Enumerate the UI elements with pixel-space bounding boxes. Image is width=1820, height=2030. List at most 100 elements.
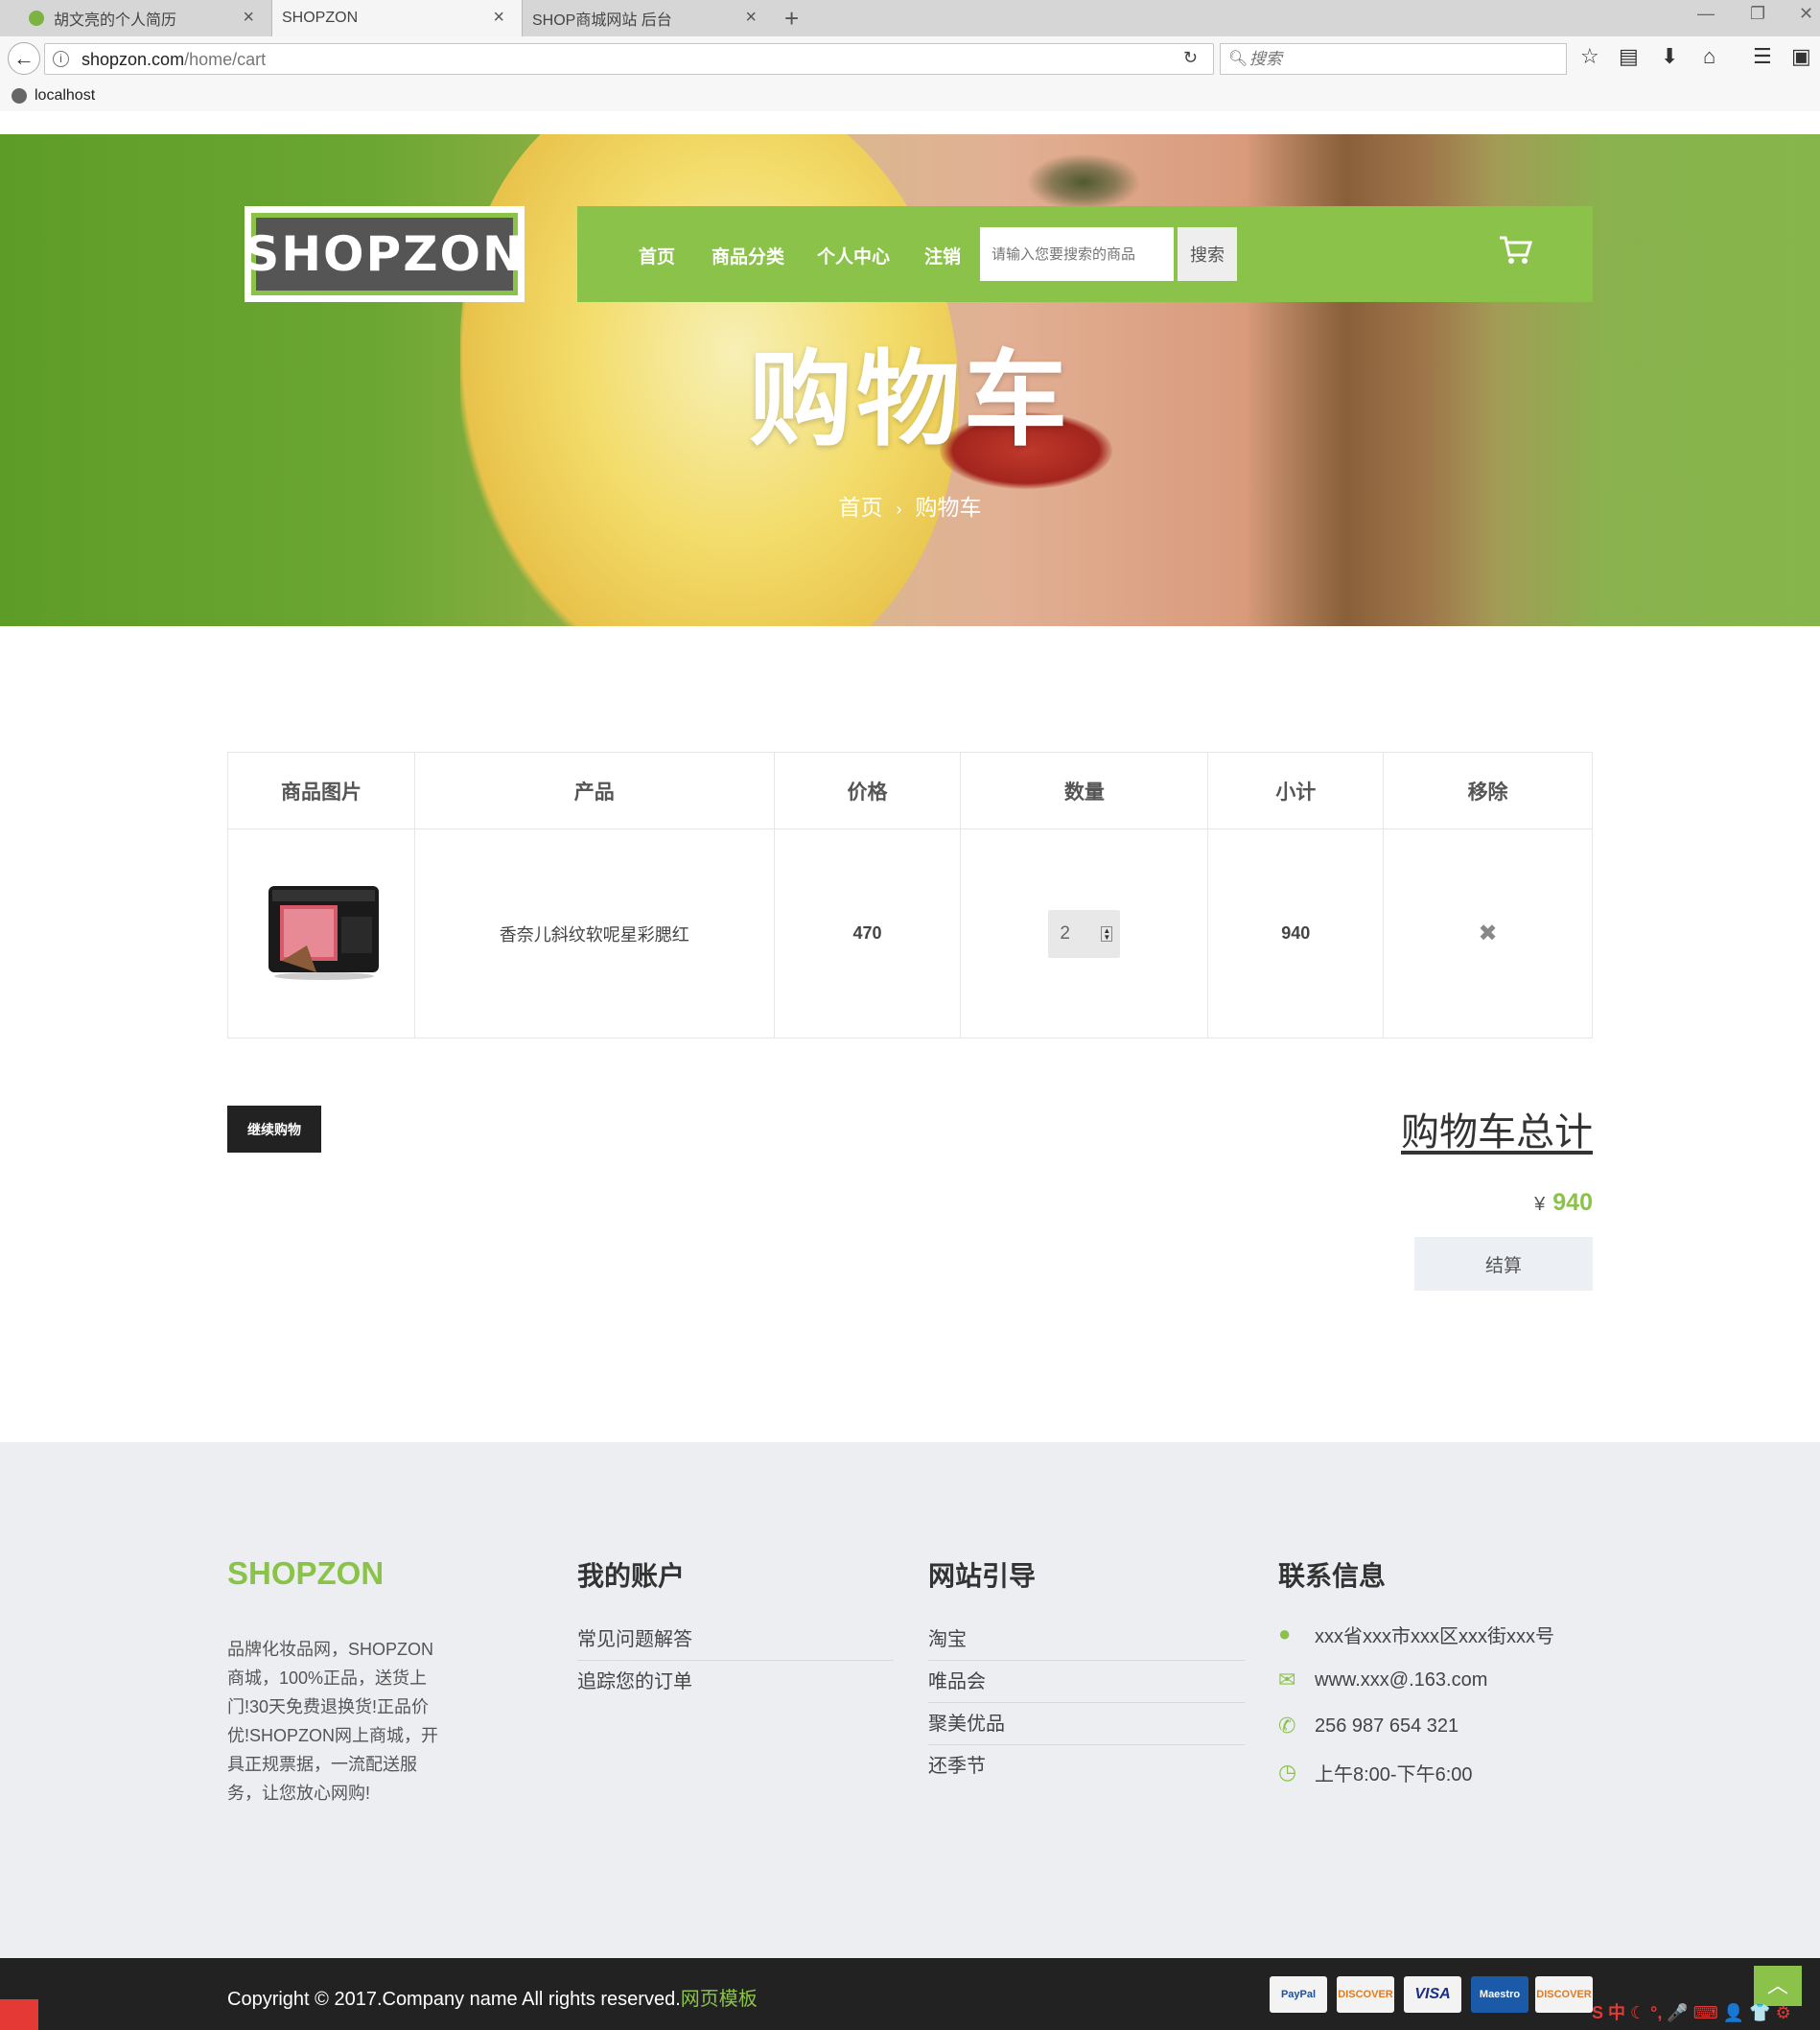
total-value: 940: [1552, 1189, 1593, 1216]
footer-link-jumei[interactable]: 聚美优品: [928, 1703, 1245, 1745]
footer-link-vip[interactable]: 唯品会: [928, 1661, 1245, 1703]
address-bar[interactable]: i shopzon.com/home/cart ↻: [44, 43, 1214, 75]
product-name[interactable]: 香奈儿斜纹软呢星彩腮红: [413, 828, 775, 1038]
cart-icon[interactable]: [1498, 235, 1533, 270]
footer-link-taobao[interactable]: 淘宝: [928, 1619, 1245, 1661]
download-icon[interactable]: ⬇: [1661, 44, 1678, 69]
contact-phone: ✆ 256 987 654 321: [1278, 1703, 1554, 1749]
contact-email: ✉ www.xxx@.163.com: [1278, 1657, 1554, 1703]
extension-icon[interactable]: ▣: [1791, 44, 1811, 69]
globe-icon: [12, 88, 27, 104]
discover-icon: DISCOVER: [1337, 1976, 1394, 2013]
nav-home[interactable]: 首页: [639, 243, 675, 268]
search-icon: 🔍︎: [1228, 51, 1248, 67]
spinner-arrows-icon[interactable]: ▲ ▼: [1101, 925, 1113, 942]
footer-contact-list: ● xxx省xxx市xxx区xxx街xxx号 ✉ www.xxx@.163.com …: [1278, 1611, 1554, 1795]
footer-link-faq[interactable]: 常见问题解答: [577, 1619, 894, 1661]
visa-icon: VISA: [1404, 1976, 1461, 2013]
header-image: 商品图片: [227, 752, 415, 829]
hero-eye-image: [1026, 153, 1141, 211]
copyright-text: Copyright © 2017.Company name All rights…: [227, 1989, 681, 2010]
breadcrumb-home[interactable]: 首页: [839, 495, 883, 520]
tab-resume[interactable]: 胡文亮的个人简历 ×: [0, 0, 271, 36]
minimize-icon[interactable]: —: [1697, 4, 1715, 24]
search-button[interactable]: 搜索: [1178, 227, 1237, 281]
clock-icon: ◷: [1278, 1760, 1297, 1784]
discover-icon: DISCOVER: [1535, 1976, 1593, 2013]
contact-hours: ◷ 上午8:00-下午6:00: [1278, 1749, 1554, 1795]
footer-brand: SHOPZON: [227, 1555, 385, 1591]
cart-table: 商品图片 产品 价格 数量 小计 移除 香奈儿斜纹软呢星彩腮红 470 2 ▲ …: [227, 752, 1593, 1038]
reading-list-icon[interactable]: ▤: [1619, 44, 1639, 69]
footer-link-season[interactable]: 还季节: [928, 1745, 1245, 1787]
tab-label: SHOPZON: [282, 10, 359, 26]
reload-icon[interactable]: ↻: [1183, 48, 1198, 68]
product-search-input[interactable]: [980, 227, 1174, 281]
menu-icon[interactable]: ☰: [1753, 44, 1772, 69]
browser-search-box[interactable]: 🔍︎: [1220, 43, 1567, 75]
currency-symbol: ¥: [1534, 1194, 1546, 1215]
phone-text: 256 987 654 321: [1315, 1715, 1459, 1737]
nav-categories[interactable]: 商品分类: [712, 243, 784, 268]
bookmark-star-icon[interactable]: ☆: [1580, 44, 1599, 69]
product-subtotal: 940: [1207, 828, 1385, 1038]
logo-text: SHOPZON: [245, 226, 525, 282]
restore-icon[interactable]: ❐: [1750, 4, 1765, 24]
browser-search-input[interactable]: [1249, 48, 1556, 71]
chevron-right-icon: ›: [896, 500, 902, 519]
tab-label: 胡文亮的个人简历: [54, 12, 177, 29]
header-price: 价格: [773, 752, 962, 829]
nav-logout[interactable]: 注销: [924, 243, 961, 268]
info-icon[interactable]: i: [53, 51, 69, 67]
quantity-cell: 2 ▲ ▼: [960, 828, 1209, 1038]
bookmark-label: localhost: [35, 87, 96, 104]
envelope-icon: ✉: [1278, 1668, 1296, 1692]
bookmark-localhost[interactable]: localhost: [12, 87, 95, 105]
location-pin-icon: ●: [1278, 1622, 1292, 1645]
back-arrow-icon[interactable]: ←: [8, 42, 40, 75]
product-thumbnail[interactable]: [259, 878, 384, 984]
close-tab-icon[interactable]: ×: [243, 7, 254, 29]
tab-admin[interactable]: SHOP商城网站 后台 ×: [523, 0, 774, 36]
table-row: 香奈儿斜纹软呢星彩腮红 470 2 ▲ ▼ 940 ✖: [227, 828, 1593, 1038]
close-tab-icon[interactable]: ×: [493, 7, 504, 29]
site-logo[interactable]: SHOPZON: [245, 206, 525, 302]
header-quantity: 数量: [960, 752, 1209, 829]
contact-address: ● xxx省xxx市xxx区xxx街xxx号: [1278, 1611, 1554, 1657]
hours-text: 上午8:00-下午6:00: [1315, 1763, 1473, 1785]
cart-total-title: 购物车总计: [1401, 1110, 1593, 1155]
footer-guide-list: 淘宝 唯品会 聚美优品 还季节: [928, 1619, 1245, 1787]
phone-icon: ✆: [1278, 1714, 1296, 1738]
copyright: Copyright © 2017.Company name All rights…: [227, 1983, 758, 2011]
ime-toolbar-icon[interactable]: S 中 ☾ °, 🎤 ⌨ 👤 👕 ⚙: [1592, 1999, 1791, 2024]
continue-shopping-button[interactable]: 继续购物: [227, 1106, 321, 1153]
app-corner-icon[interactable]: [0, 1999, 38, 2030]
quantity-stepper[interactable]: 2 ▲ ▼: [1048, 909, 1121, 958]
home-icon[interactable]: ⌂: [1703, 44, 1715, 69]
quantity-value: 2: [1060, 922, 1070, 944]
email-text[interactable]: www.xxx@.163.com: [1315, 1669, 1487, 1692]
footer-contact-title: 联系信息: [1278, 1560, 1387, 1592]
breadcrumb: 首页 › 购物车: [0, 489, 1820, 522]
tab-label: SHOP商城网站 后台: [532, 12, 672, 29]
new-tab-icon[interactable]: +: [784, 4, 799, 34]
close-window-icon[interactable]: ✕: [1799, 4, 1813, 24]
checkout-button[interactable]: 结算: [1414, 1237, 1593, 1291]
nav-account[interactable]: 个人中心: [817, 243, 890, 268]
browser-chrome: 胡文亮的个人简历 × SHOPZON × SHOP商城网站 后台 × + — ❐…: [0, 0, 1820, 111]
nav-toolbar: ← i shopzon.com/home/cart ↻ 🔍︎: [0, 36, 1820, 82]
address-text: xxx省xxx市xxx区xxx街xxx号: [1315, 1625, 1554, 1647]
remove-cell: ✖: [1383, 828, 1593, 1038]
footer-link-track[interactable]: 追踪您的订单: [577, 1661, 894, 1703]
table-header-row: 商品图片 产品 价格 数量 小计 移除: [227, 752, 1593, 829]
cart-total-amount: ¥940: [1534, 1189, 1593, 1217]
product-image-cell: [227, 828, 415, 1038]
paypal-icon: PayPal: [1270, 1976, 1327, 2013]
remove-icon[interactable]: ✖: [1479, 921, 1498, 946]
tab-shopzon[interactable]: SHOPZON ×: [271, 0, 523, 36]
header-product: 产品: [413, 752, 775, 829]
header-subtotal: 小计: [1207, 752, 1385, 829]
footer-account-title: 我的账户: [577, 1560, 686, 1592]
close-tab-icon[interactable]: ×: [745, 7, 757, 29]
copyright-link[interactable]: 网页模板: [681, 1989, 758, 2010]
